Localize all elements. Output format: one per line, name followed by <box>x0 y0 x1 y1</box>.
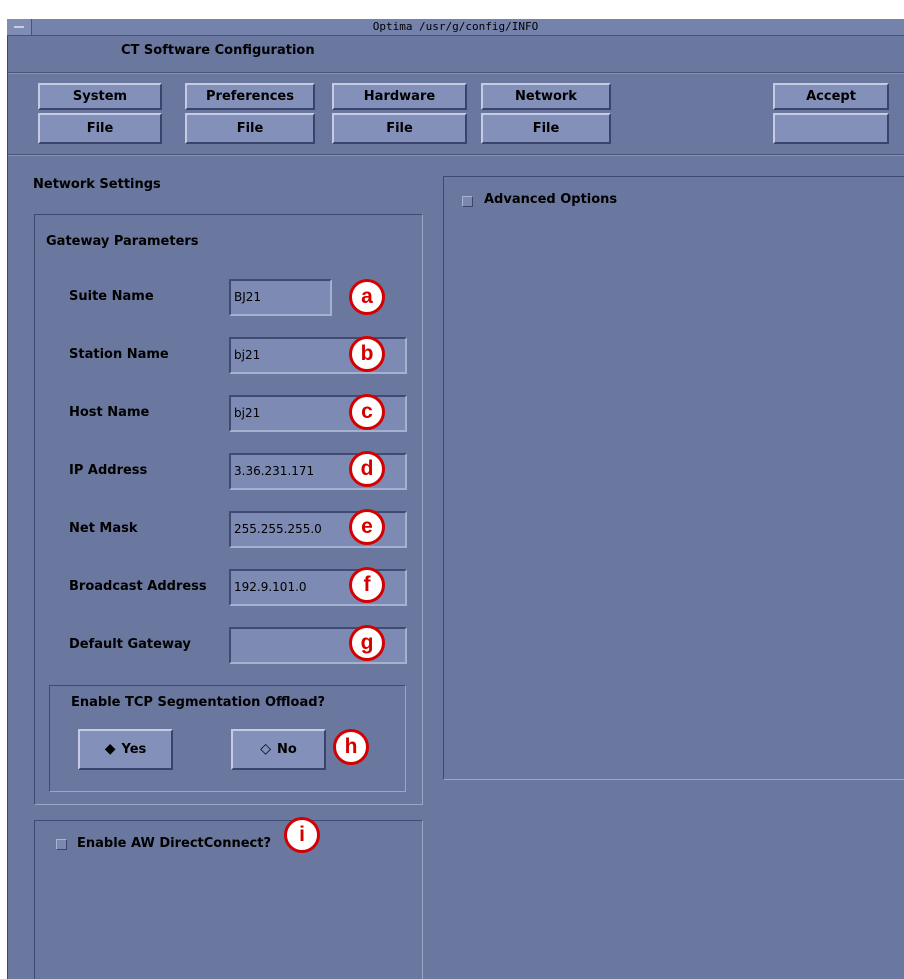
title-bar[interactable]: Optima /usr/g/config/INFO <box>7 19 904 36</box>
callout-c: c <box>349 394 385 430</box>
tcp-yes-radio[interactable]: ◆ Yes <box>78 729 173 770</box>
tcp-no-radio[interactable]: ◇ No <box>231 729 326 770</box>
system-file-button[interactable]: File <box>38 113 162 144</box>
accept-button[interactable]: Accept <box>773 83 889 110</box>
hardware-file-button[interactable]: File <box>332 113 467 144</box>
callout-e: e <box>349 509 385 545</box>
window-title: Optima /usr/g/config/INFO <box>372 20 539 33</box>
net-mask-label: Net Mask <box>69 521 138 536</box>
app-title: CT Software Configuration <box>121 43 315 58</box>
callout-b: b <box>349 336 385 372</box>
gateway-parameters-title: Gateway Parameters <box>46 234 199 249</box>
suite-name-input[interactable]: BJ21 <box>229 279 332 316</box>
aw-directconnect-checkbox[interactable] <box>56 839 67 850</box>
radio-unselected-icon: ◇ <box>260 741 271 757</box>
station-name-label: Station Name <box>69 347 169 362</box>
callout-a: a <box>349 279 385 315</box>
window-left-edge <box>7 35 8 979</box>
accept-button-lower[interactable] <box>773 113 889 144</box>
radio-selected-icon: ◆ <box>104 741 116 757</box>
callout-g: g <box>349 625 385 661</box>
hardware-button[interactable]: Hardware <box>332 83 467 110</box>
ip-address-label: IP Address <box>69 463 148 478</box>
header-divider <box>8 72 904 73</box>
advanced-options-label[interactable]: Advanced Options <box>484 192 617 207</box>
network-settings-title: Network Settings <box>33 177 161 192</box>
callout-h: h <box>333 729 369 765</box>
tcp-no-label: No <box>276 742 297 757</box>
tcp-yes-label: Yes <box>121 742 147 757</box>
aw-directconnect-label[interactable]: Enable AW DirectConnect? <box>77 836 271 851</box>
suite-name-label: Suite Name <box>69 289 154 304</box>
system-button[interactable]: System <box>38 83 162 110</box>
callout-d: d <box>349 451 385 487</box>
callout-i: i <box>284 817 320 853</box>
callout-f: f <box>349 567 385 603</box>
tcp-offload-question: Enable TCP Segmentation Offload? <box>71 695 326 710</box>
broadcast-address-label: Broadcast Address <box>69 579 207 594</box>
toolbar-divider <box>8 154 904 155</box>
preferences-button[interactable]: Preferences <box>185 83 315 110</box>
default-gateway-label: Default Gateway <box>69 637 191 652</box>
preferences-file-button[interactable]: File <box>185 113 315 144</box>
network-file-button[interactable]: File <box>481 113 611 144</box>
advanced-options-checkbox[interactable] <box>462 196 473 207</box>
network-button[interactable]: Network <box>481 83 611 110</box>
advanced-options-panel <box>443 176 904 780</box>
host-name-label: Host Name <box>69 405 150 420</box>
